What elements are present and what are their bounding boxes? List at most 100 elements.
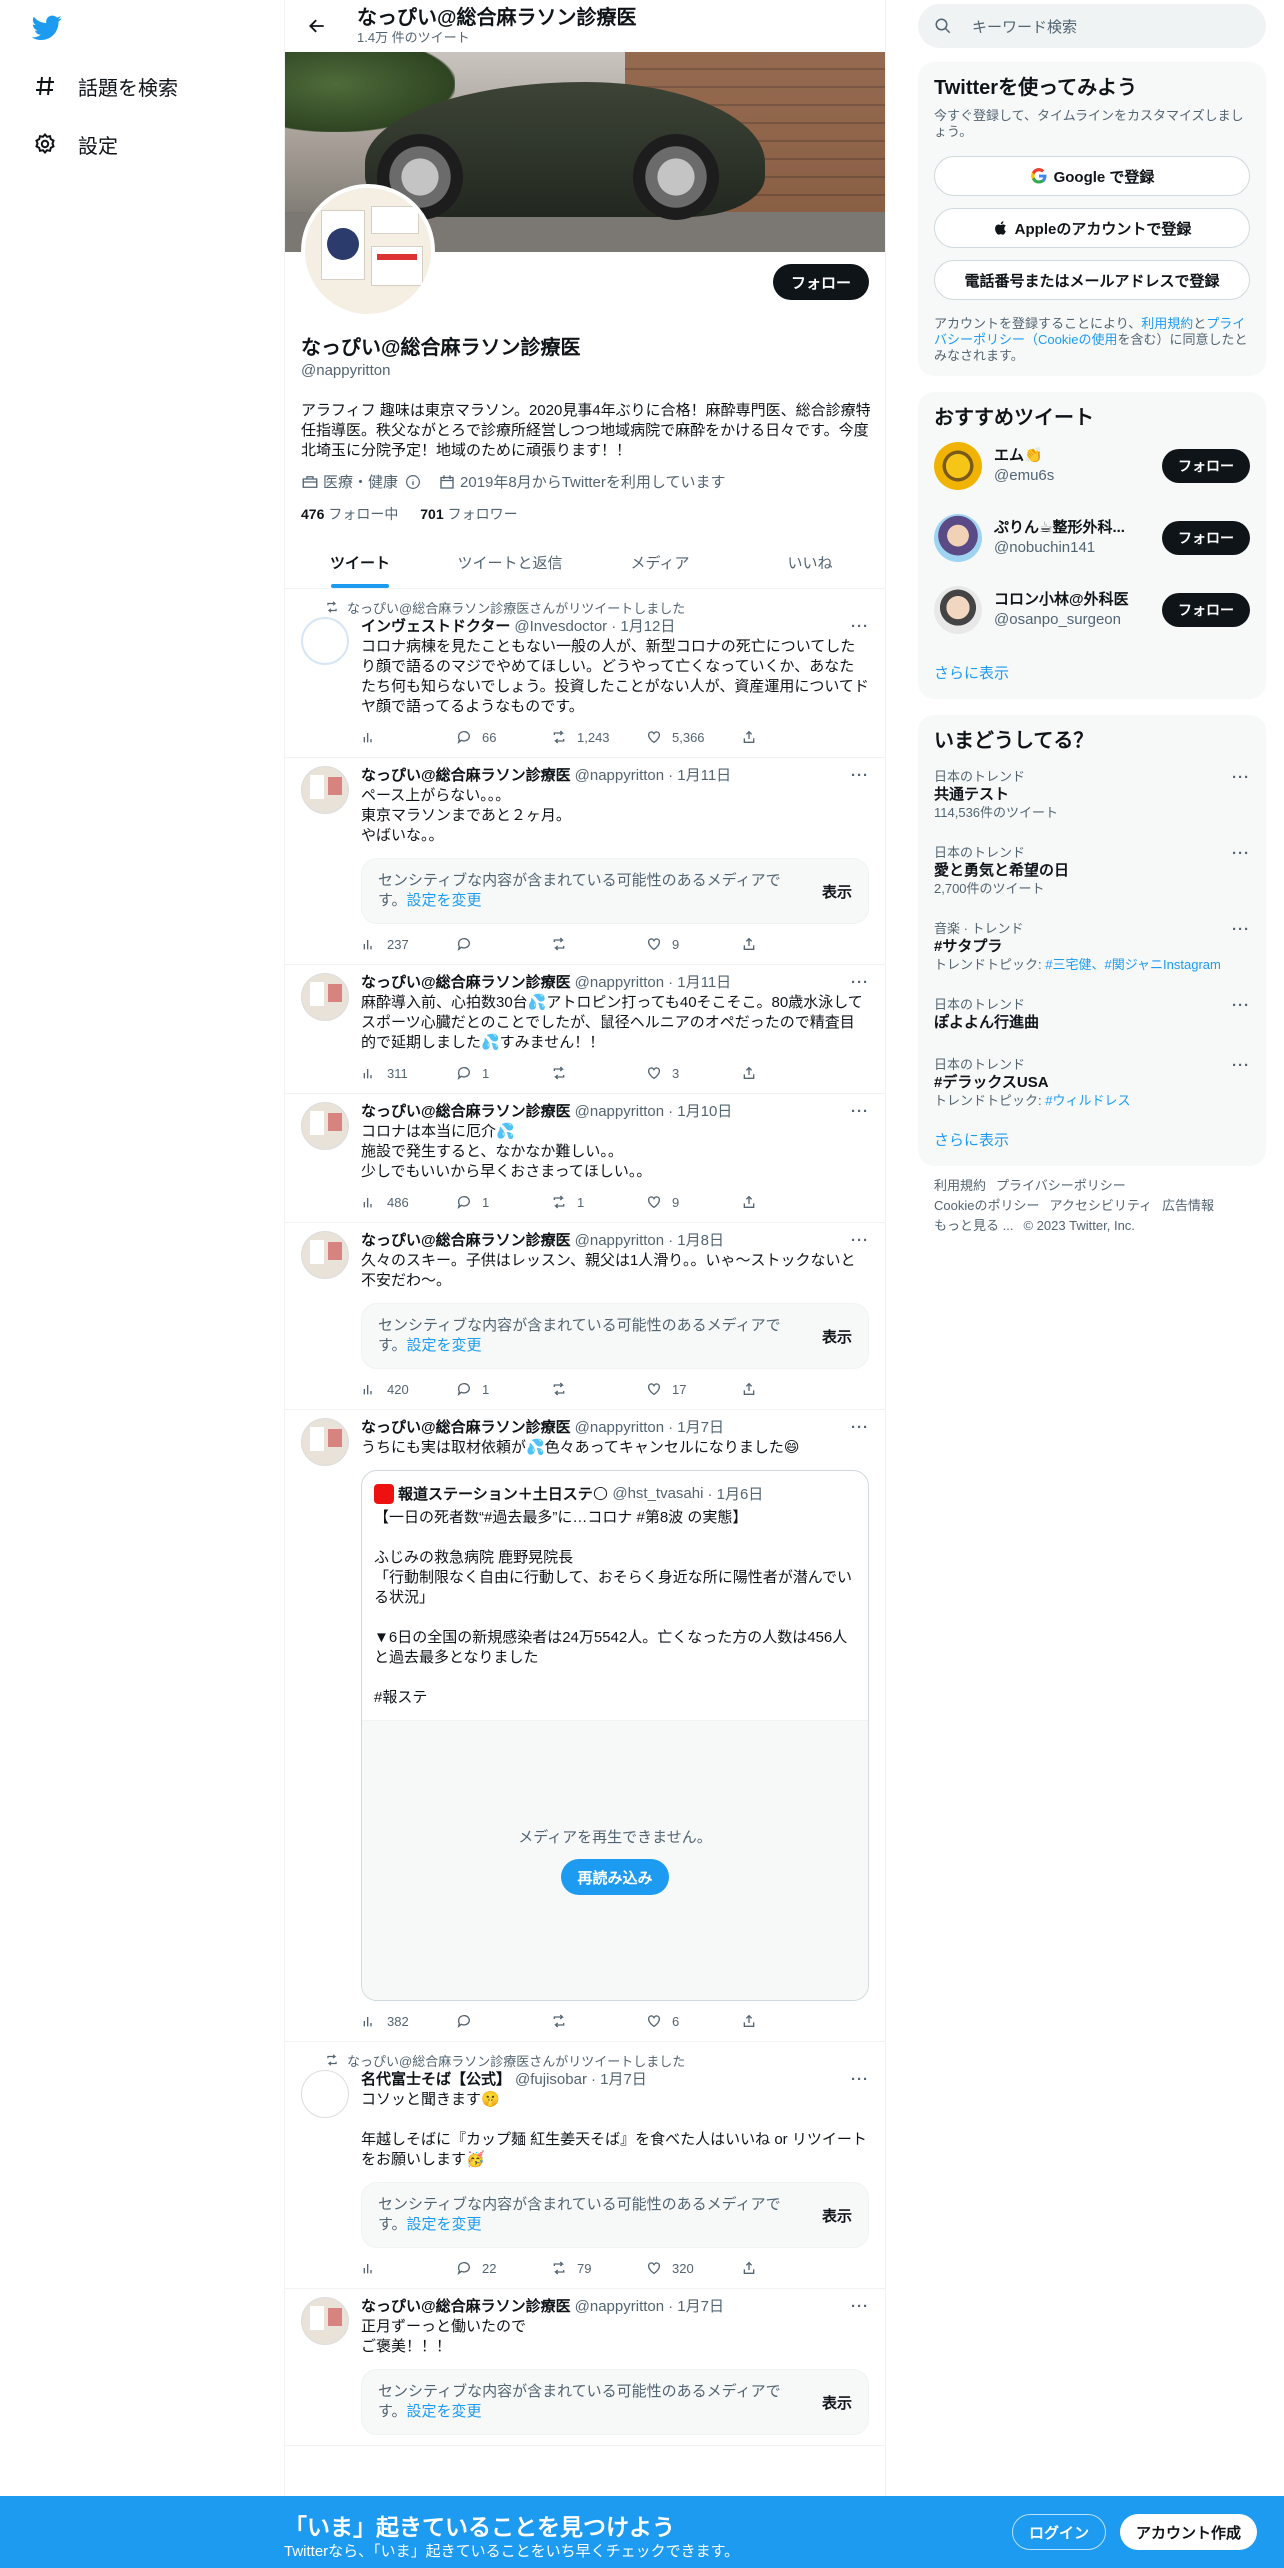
tweet-author-handle[interactable]: @nappyritton bbox=[575, 766, 664, 786]
reply-button[interactable]: 1 bbox=[456, 1194, 551, 1210]
tweet-author-name[interactable]: なっぴい@総合麻ラソン診療医 bbox=[361, 766, 571, 786]
tweet-author-handle[interactable]: @nappyritton bbox=[575, 1231, 664, 1251]
tweet-date[interactable]: · 1月11日 bbox=[668, 973, 731, 993]
tweet-avatar[interactable] bbox=[301, 766, 349, 814]
like-button[interactable]: 6 bbox=[646, 2013, 741, 2029]
change-settings-link[interactable]: 設定を変更 bbox=[407, 2403, 482, 2420]
tweet-author-name[interactable]: なっぴい@総合麻ラソン診療医 bbox=[361, 2297, 571, 2317]
more-icon[interactable]: ··· bbox=[851, 2297, 869, 2317]
reply-button[interactable] bbox=[456, 2013, 551, 2029]
share-button[interactable] bbox=[741, 2260, 836, 2276]
back-arrow-icon[interactable] bbox=[301, 10, 333, 42]
show-media-button[interactable]: 表示 bbox=[822, 1326, 852, 1347]
tweet[interactable]: なっぴい@総合麻ラソン診療医さんがリツイートしました インヴェストドクター @I… bbox=[285, 589, 885, 758]
more-icon[interactable]: ··· bbox=[851, 1102, 869, 1122]
analytics-button[interactable] bbox=[361, 2260, 456, 2276]
tweet-date[interactable]: · 1月7日 bbox=[668, 2297, 724, 2317]
like-button[interactable]: 320 bbox=[646, 2260, 741, 2276]
show-media-button[interactable]: 表示 bbox=[822, 2392, 852, 2413]
trend-item[interactable]: 日本のトレンド 愛と勇気と希望の日 2,700件のツイート ··· bbox=[934, 833, 1250, 909]
analytics-button[interactable]: 311 bbox=[361, 1065, 456, 1081]
show-media-button[interactable]: 表示 bbox=[822, 881, 852, 902]
reply-button[interactable] bbox=[456, 936, 551, 952]
footer-privacy[interactable]: プライバシーポリシー bbox=[996, 1178, 1126, 1193]
follow-button[interactable]: フォロー bbox=[772, 264, 869, 300]
tweet-author-name[interactable]: なっぴい@総合麻ラソン診療医 bbox=[361, 1231, 571, 1251]
tweet[interactable]: なっぴい@総合麻ラソン診療医 @nappyritton · 1月11日 ··· … bbox=[285, 965, 885, 1094]
tweet-date[interactable]: · 1月8日 bbox=[668, 1231, 724, 1251]
suggested-user[interactable]: コロン小林@外科医 @osanpo_surgeon フォロー bbox=[934, 574, 1250, 646]
reload-button[interactable]: 再読み込み bbox=[561, 1859, 669, 1895]
analytics-button[interactable]: 382 bbox=[361, 2013, 456, 2029]
more-icon[interactable]: ··· bbox=[851, 1231, 869, 1251]
more-icon[interactable]: ··· bbox=[851, 617, 869, 637]
tweet[interactable]: なっぴい@総合麻ラソン診療医 @nappyritton · 1月11日 ··· … bbox=[285, 758, 885, 965]
tab-likes[interactable]: いいね bbox=[735, 536, 885, 588]
trend-item[interactable]: 日本のトレンド #デラックスUSA トレンドトピック: #ウィルドレス ··· bbox=[934, 1045, 1250, 1121]
trend-item[interactable]: 日本のトレンド 共通テスト 114,536件のツイート ··· bbox=[934, 757, 1250, 833]
footer-terms[interactable]: 利用規約 bbox=[934, 1178, 986, 1193]
tweet-author-name[interactable]: なっぴい@総合麻ラソン診療医 bbox=[361, 973, 571, 993]
twitter-logo-icon[interactable] bbox=[31, 12, 64, 44]
phone-email-signup-button[interactable]: 電話番号またはメールアドレスで登録 bbox=[934, 260, 1250, 300]
reply-button[interactable]: 22 bbox=[456, 2260, 551, 2276]
following-link[interactable]: 476 フォロー中 bbox=[301, 506, 398, 522]
follow-user-button[interactable]: フォロー bbox=[1162, 593, 1250, 627]
login-button[interactable]: ログイン bbox=[1012, 2514, 1107, 2550]
more-icon[interactable]: ··· bbox=[851, 766, 869, 786]
tweet-author-name[interactable]: 名代富士そば【公式】 bbox=[361, 2070, 511, 2090]
reply-button[interactable]: 66 bbox=[456, 729, 551, 745]
more-icon[interactable]: ··· bbox=[1232, 921, 1250, 938]
show-more-link[interactable]: さらに表示 bbox=[934, 646, 1250, 687]
footer-cookie[interactable]: Cookieのポリシー bbox=[934, 1198, 1039, 1213]
more-icon[interactable]: ··· bbox=[1232, 1057, 1250, 1074]
followers-link[interactable]: 701 フォロワー bbox=[420, 506, 517, 522]
more-icon[interactable]: ··· bbox=[1232, 997, 1250, 1014]
tweet-avatar[interactable] bbox=[301, 973, 349, 1021]
change-settings-link[interactable]: 設定を変更 bbox=[407, 892, 482, 909]
trend-item[interactable]: 日本のトレンド ぽよよん行進曲 ··· bbox=[934, 985, 1250, 1045]
tab-tweets[interactable]: ツイート bbox=[285, 536, 435, 588]
tweet[interactable]: なっぴい@総合麻ラソン診療医さんがリツイートしました 名代富士そば【公式】 @f… bbox=[285, 2042, 885, 2289]
more-icon[interactable]: ··· bbox=[1232, 845, 1250, 862]
show-more-link[interactable]: さらに表示 bbox=[934, 1121, 1250, 1154]
footer-accessibility[interactable]: アクセシビリティ bbox=[1049, 1198, 1152, 1213]
tweet-author-handle[interactable]: @nappyritton bbox=[575, 973, 664, 993]
trend-item[interactable]: 音楽 · トレンド #サタプラ トレンドトピック: #三宅健、#関ジャニInst… bbox=[934, 909, 1250, 985]
tweet[interactable]: なっぴい@総合麻ラソン診療医 @nappyritton · 1月10日 ··· … bbox=[285, 1094, 885, 1223]
search-input[interactable]: キーワード検索 bbox=[972, 16, 1077, 37]
tweet-date[interactable]: · 1月7日 bbox=[668, 1418, 724, 1438]
tweet[interactable]: なっぴい@総合麻ラソン診療医 @nappyritton · 1月8日 ··· 久… bbox=[285, 1223, 885, 1410]
analytics-button[interactable]: 237 bbox=[361, 936, 456, 952]
suggested-user[interactable]: エム👏 @emu6s フォロー bbox=[934, 430, 1250, 502]
analytics-button[interactable]: 420 bbox=[361, 1381, 456, 1397]
footer-more[interactable]: もっと見る ... bbox=[934, 1218, 1013, 1233]
share-button[interactable] bbox=[741, 1194, 836, 1210]
suggested-user[interactable]: ぷりん☕整形外科... @nobuchin141 フォロー bbox=[934, 502, 1250, 574]
like-button[interactable]: 3 bbox=[646, 1065, 741, 1081]
tweet-date[interactable]: · 1月10日 bbox=[668, 1102, 732, 1122]
tweet-date[interactable]: · 1月11日 bbox=[668, 766, 731, 786]
create-account-button[interactable]: アカウント作成 bbox=[1120, 2514, 1258, 2550]
retweet-button[interactable] bbox=[551, 936, 646, 952]
tweet-author-name[interactable]: インヴェストドクター bbox=[361, 617, 510, 637]
change-settings-link[interactable]: 設定を変更 bbox=[407, 2216, 482, 2233]
profile-avatar[interactable] bbox=[301, 184, 435, 318]
nav-explore[interactable]: 話題を検索 bbox=[32, 62, 178, 110]
analytics-button[interactable] bbox=[361, 729, 456, 745]
share-button[interactable] bbox=[741, 729, 836, 745]
reply-button[interactable]: 1 bbox=[456, 1381, 551, 1397]
retweet-button[interactable] bbox=[551, 2013, 646, 2029]
share-button[interactable] bbox=[741, 1381, 836, 1397]
show-media-button[interactable]: 表示 bbox=[822, 2205, 852, 2226]
tab-media[interactable]: メディア bbox=[585, 536, 735, 588]
apple-signup-button[interactable]: Appleのアカウントで登録 bbox=[934, 208, 1250, 248]
tweet-avatar[interactable] bbox=[301, 2070, 349, 2118]
share-button[interactable] bbox=[741, 936, 836, 952]
tweet-author-handle[interactable]: @nappyritton bbox=[575, 1102, 664, 1122]
footer-ads[interactable]: 広告情報 bbox=[1162, 1198, 1214, 1213]
nav-settings[interactable]: 設定 bbox=[32, 120, 118, 168]
more-icon[interactable]: ··· bbox=[851, 1418, 869, 1438]
google-signup-button[interactable]: Google で登録 bbox=[934, 156, 1250, 196]
retweet-button[interactable]: 1,243 bbox=[551, 729, 646, 745]
